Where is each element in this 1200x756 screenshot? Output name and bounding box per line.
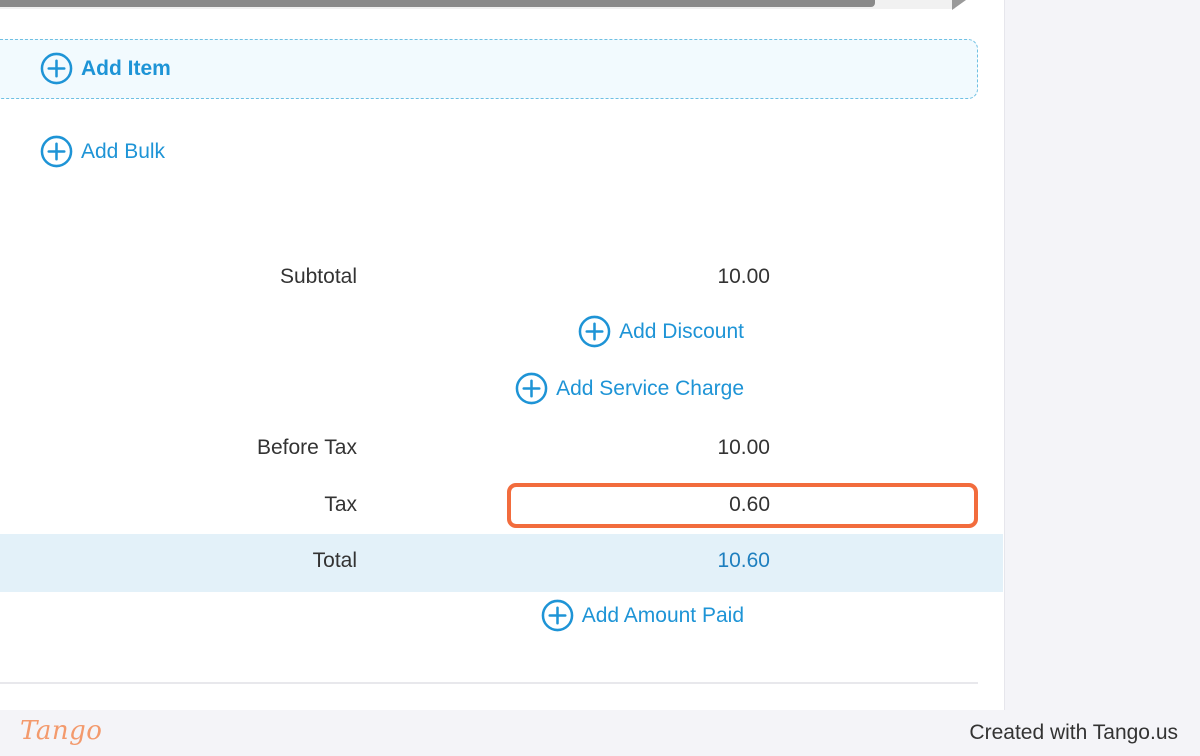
- tango-logo: Tango: [20, 716, 103, 746]
- add-item-label: Add Item: [81, 56, 171, 80]
- plus-circle-icon: [578, 315, 611, 348]
- footer: Tango Created with Tango.us: [0, 710, 1200, 756]
- subtotal-label: Subtotal: [279, 265, 357, 288]
- total-label: Total: [312, 549, 357, 572]
- add-amount-paid-button[interactable]: Add Amount Paid: [541, 599, 744, 632]
- footer-credit: Created with Tango.us: [969, 721, 1178, 744]
- add-bulk-button[interactable]: Add Bulk: [40, 135, 165, 168]
- invoice-panel: Add Item Add Bulk Subtotal 10.00 Add Dis…: [0, 0, 1005, 710]
- add-discount-label: Add Discount: [619, 319, 744, 343]
- subtotal-value: 10.00: [717, 265, 770, 288]
- divider: [0, 682, 978, 684]
- plus-circle-icon: [515, 372, 548, 405]
- add-amount-paid-label: Add Amount Paid: [581, 603, 744, 627]
- side-background: [1006, 0, 1200, 710]
- horizontal-scrollbar[interactable]: [0, 0, 955, 9]
- total-value: 10.60: [717, 549, 770, 572]
- add-discount-button[interactable]: Add Discount: [578, 315, 744, 348]
- plus-circle-icon: [40, 52, 73, 85]
- before-tax-label: Before Tax: [256, 436, 357, 459]
- add-service-charge-button[interactable]: Add Service Charge: [515, 372, 744, 405]
- tax-value: 0.60: [729, 493, 770, 516]
- tax-label: Tax: [324, 493, 357, 516]
- scrollbar-thumb[interactable]: [0, 0, 875, 7]
- plus-circle-icon: [40, 135, 73, 168]
- before-tax-value: 10.00: [717, 436, 770, 459]
- add-bulk-label: Add Bulk: [81, 139, 166, 163]
- total-row: [0, 534, 1003, 592]
- add-item-button[interactable]: Add Item: [40, 52, 171, 85]
- plus-circle-icon: [541, 599, 574, 632]
- scroll-arrow-icon[interactable]: [952, 0, 966, 10]
- app-window: Add Item Add Bulk Subtotal 10.00 Add Dis…: [0, 0, 1200, 756]
- add-service-charge-label: Add Service Charge: [556, 376, 744, 400]
